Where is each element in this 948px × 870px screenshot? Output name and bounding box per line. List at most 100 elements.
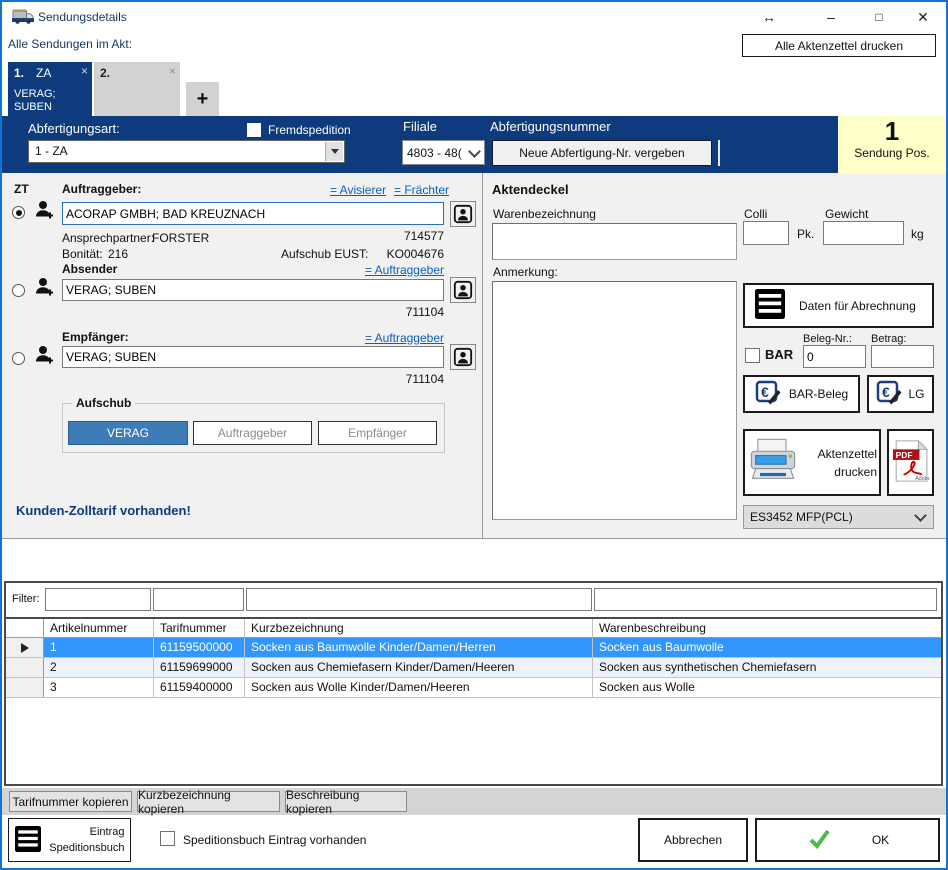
bar-checkbox[interactable] (745, 348, 760, 363)
cell-tarifnummer[interactable]: 61159699000 (154, 658, 245, 677)
cell-tarifnummer[interactable]: 61159500000 (154, 638, 245, 657)
colli-input[interactable] (743, 221, 789, 245)
absender-input[interactable] (62, 279, 444, 301)
bar-beleg-button[interactable]: € BAR-Beleg (743, 375, 860, 413)
anmerkung-textarea[interactable] (492, 281, 737, 520)
filiale-value: 4803 - 48( (407, 146, 470, 160)
sendungsdetails-window: Sendungsdetails ↔ – □ ✕ Alle Sendungen i… (0, 0, 948, 870)
filter-label: Filter: (12, 593, 40, 605)
aufschub-legend: Aufschub (72, 396, 135, 410)
dropdown-arrow-icon[interactable] (325, 142, 343, 161)
copy-beschreibung-button[interactable]: Beschreibung kopieren (285, 791, 407, 812)
table-row[interactable]: 2 61159699000 Socken aus Chemiefasern Ki… (6, 658, 941, 678)
row-selector-cell[interactable] (6, 678, 44, 697)
bonitaet-value: 216 (108, 247, 128, 261)
filiale-select[interactable]: 4803 - 48( (402, 140, 485, 165)
close-button[interactable]: ✕ (910, 6, 936, 28)
cell-kurzbezeichnung[interactable]: Socken aus Wolle Kinder/Damen/Heeren (245, 678, 593, 697)
tab-close-icon[interactable]: × (81, 64, 88, 78)
copy-kurzbezeichnung-button[interactable]: Kurzbezeichnung kopieren (137, 791, 280, 812)
betrag-input[interactable] (871, 345, 934, 368)
gewicht-input[interactable] (823, 221, 904, 245)
row-selector-cell[interactable] (6, 658, 44, 677)
aufschub-empfaenger-button[interactable]: Empfänger (318, 421, 437, 445)
add-person-icon[interactable] (34, 276, 56, 301)
lg-label: LG (908, 387, 924, 401)
row-selector-cell[interactable] (6, 638, 44, 657)
cell-kurzbezeichnung[interactable]: Socken aus Baumwolle Kinder/Damen/Herren (245, 638, 593, 657)
filter-warenbeschreibung-input[interactable] (594, 588, 937, 611)
aufschub-verag-button[interactable]: VERAG (68, 421, 188, 445)
cell-artikelnummer[interactable]: 3 (44, 678, 154, 697)
speditionsbuch-checkbox[interactable] (160, 831, 175, 846)
table-row[interactable]: 3 61159400000 Socken aus Wolle Kinder/Da… (6, 678, 941, 698)
printer-select[interactable]: ES3452 MFP(PCL) (743, 505, 934, 529)
sendung-pos-box: 1 Sendung Pos. (838, 116, 946, 173)
eintrag-speditionsbuch-button[interactable]: Eintrag Speditionsbuch (8, 818, 131, 862)
tab-shipment-2[interactable]: 2. × (94, 62, 180, 116)
auftraggeber-input[interactable] (62, 202, 444, 225)
avisierer-link[interactable]: = Avisierer (330, 183, 386, 197)
minimize-button[interactable]: – (818, 6, 844, 28)
articles-table: Filter: Artikelnummer Tarifnummer Kurzbe… (4, 581, 943, 786)
colli-label: Colli (744, 207, 767, 221)
filter-kurzbezeichnung-input[interactable] (246, 588, 592, 611)
absender-contact-button[interactable] (450, 277, 476, 303)
resize-icon[interactable]: ↔ (756, 6, 782, 28)
fraechter-link[interactable]: = Frächter (394, 183, 449, 197)
svg-text:Adobe: Adobe (915, 476, 929, 482)
empfaenger-contact-button[interactable] (450, 344, 476, 370)
lg-button[interactable]: € LG (867, 375, 934, 413)
auftraggeber-contact-button[interactable] (450, 201, 476, 227)
daten-fuer-abrechnung-button[interactable]: Daten für Abrechnung (743, 283, 934, 328)
cancel-button[interactable]: Abbrechen (638, 818, 748, 862)
fremdspedition-checkbox[interactable] (247, 123, 261, 137)
cell-warenbeschreibung[interactable]: Socken aus Wolle (593, 678, 941, 697)
cell-warenbeschreibung[interactable]: Socken aus Baumwolle (593, 638, 941, 657)
filter-tarifnummer-input[interactable] (153, 588, 244, 611)
maximize-button[interactable]: □ (866, 6, 892, 28)
add-shipment-tab-button[interactable]: + (186, 82, 219, 116)
cell-artikelnummer[interactable]: 1 (44, 638, 154, 657)
tab-close-icon[interactable]: × (169, 64, 176, 78)
empfaenger-radio[interactable] (12, 352, 25, 365)
cell-warenbeschreibung[interactable]: Socken aus synthetischen Chemiefasern (593, 658, 941, 677)
cell-artikelnummer[interactable]: 2 (44, 658, 154, 677)
absender-auftraggeber-link[interactable]: = Auftraggeber (344, 263, 444, 277)
zt-column-label: ZT (14, 182, 29, 196)
filter-artikelnummer-input[interactable] (45, 588, 151, 611)
column-header[interactable]: Artikelnummer (44, 619, 154, 637)
row-selector-header (6, 619, 44, 637)
tab-type: ZA (36, 66, 51, 80)
cell-kurzbezeichnung[interactable]: Socken aus Chemiefasern Kinder/Damen/Hee… (245, 658, 593, 677)
column-header[interactable]: Tarifnummer (154, 619, 245, 637)
print-all-aktenzettel-button[interactable]: Alle Aktenzettel drucken (742, 34, 936, 57)
tab-shipment-1[interactable]: 1. ZA × VERAG; SUBEN (8, 62, 92, 116)
abfertigungsart-select[interactable]: 1 - ZA (28, 140, 345, 163)
empfaenger-auftraggeber-link[interactable]: = Auftraggeber (344, 331, 444, 345)
table-row[interactable]: 1 61159500000 Socken aus Baumwolle Kinde… (6, 638, 941, 658)
add-person-icon[interactable] (34, 344, 56, 369)
aufschub-auftraggeber-button[interactable]: Auftraggeber (193, 421, 312, 445)
abfertigungsart-label: Abfertigungsart: (28, 121, 120, 136)
ok-button[interactable]: OK (755, 818, 940, 862)
add-person-icon[interactable] (34, 199, 56, 224)
column-header[interactable]: Warenbeschreibung (593, 619, 941, 637)
daten-abrechnung-label: Daten für Abrechnung (799, 299, 916, 313)
empfaenger-input[interactable] (62, 346, 444, 368)
aufschub-eust-value: KO004676 (344, 247, 444, 261)
absender-radio[interactable] (12, 284, 25, 297)
tab-line2: SUBEN (14, 101, 52, 113)
bar-beleg-label: BAR-Beleg (789, 387, 848, 401)
copy-tarifnummer-button[interactable]: Tarifnummer kopieren (9, 791, 132, 812)
column-header[interactable]: Kurzbezeichnung (245, 619, 593, 637)
neue-abfertigungsnr-button[interactable]: Neue Abfertigung-Nr. vergeben (492, 140, 712, 166)
pdf-export-button[interactable]: PDF Adobe (887, 429, 934, 496)
aktenzettel-drucken-button[interactable]: Aktenzettel drucken (743, 429, 881, 496)
cell-tarifnummer[interactable]: 61159400000 (154, 678, 245, 697)
auftraggeber-radio[interactable] (12, 206, 25, 219)
beleg-nr-input[interactable] (803, 345, 866, 368)
warenbezeichnung-textarea[interactable] (492, 223, 737, 260)
auftraggeber-kundennr: 714577 (344, 229, 444, 243)
empfaenger-kundennr: 711104 (344, 372, 444, 386)
